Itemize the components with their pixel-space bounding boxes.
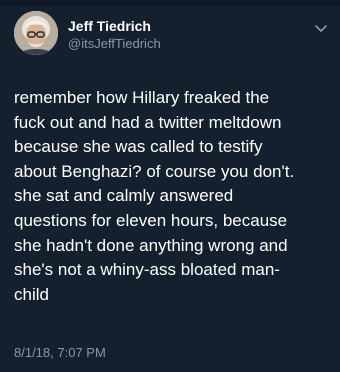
tweet-text: remember how Hillary freaked the fuck ou… [14, 86, 332, 307]
tweet-line: fuck out and had a twitter meltdown [14, 112, 282, 132]
tweet-line: child [14, 284, 49, 304]
tweet-line: questions for eleven hours, because [14, 210, 288, 230]
top-divider [0, 0, 340, 6]
tweet-card: Jeff Tiedrich @itsJeffTiedrich remember … [0, 0, 340, 372]
avatar[interactable] [14, 11, 58, 55]
user-handle[interactable]: @itsJeffTiedrich [68, 36, 161, 52]
tweet-line: she hadn't done anything wrong and [14, 235, 288, 255]
tweet-line: she's not a whiny-ass bloated man- [14, 260, 280, 280]
tweet-line: she sat and calmly answered [14, 186, 234, 206]
chevron-down-icon[interactable] [314, 24, 328, 34]
tweet-line: because she was called to testify [14, 137, 263, 157]
tweet-line: about Benghazi? of course you don't. [14, 161, 295, 181]
tweet-timestamp[interactable]: 8/1/18, 7:07 PM [14, 345, 106, 361]
avatar-photo-icon [14, 11, 58, 55]
display-name[interactable]: Jeff Tiedrich [68, 18, 151, 34]
tweet-line: remember how Hillary freaked the [14, 88, 270, 107]
